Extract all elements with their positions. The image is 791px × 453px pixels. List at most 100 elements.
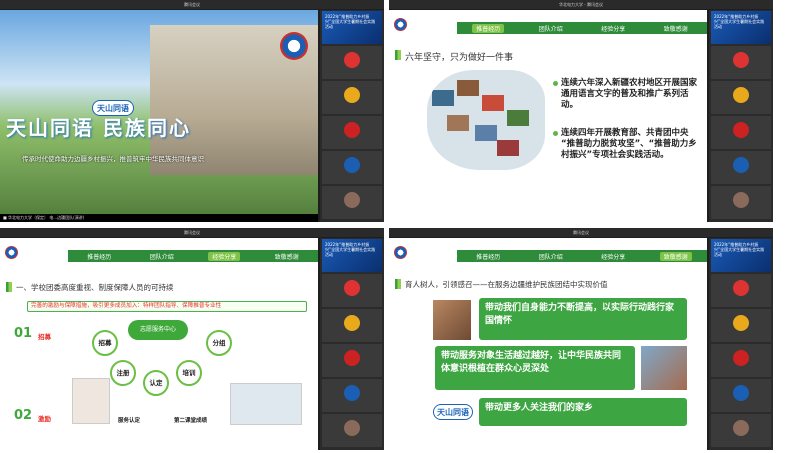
- team-photo: [433, 300, 471, 340]
- slide-nav: 推普经历 团队介绍 经验分享 致敬感谢: [457, 250, 707, 262]
- heading-accent: [6, 282, 12, 292]
- tile-header: 腾讯会议: [389, 228, 773, 237]
- participant-tile[interactable]: [711, 414, 771, 447]
- map-photo: [457, 80, 479, 96]
- video-tile-2[interactable]: 华北电力大学 - 腾讯会议 推普经历 团队介绍 经验分享 致敬感谢 六年坚守，只…: [389, 0, 773, 222]
- phone-screenshot: [72, 378, 110, 424]
- participant-tile[interactable]: [322, 151, 382, 184]
- map-photo: [447, 115, 469, 131]
- avatar: [733, 280, 749, 296]
- avatar: [344, 280, 360, 296]
- avatar: [733, 122, 749, 138]
- participant-tile[interactable]: [322, 81, 382, 114]
- participant-sidebar[interactable]: 2022年“推普助力乡村振兴”全国大学生暑期社会实践活动: [320, 238, 384, 450]
- step-number: 01: [14, 326, 33, 341]
- flow-node: 培训: [176, 360, 202, 386]
- participant-tile[interactable]: [322, 309, 382, 342]
- participant-tile[interactable]: [322, 379, 382, 412]
- video-tile-4[interactable]: 腾讯会议 推普经历 团队介绍 经验分享 致敬感谢 育人树人，引领感召——在服务边…: [389, 228, 773, 450]
- avatar: [733, 420, 749, 436]
- nav-item: 经验分享: [208, 251, 241, 261]
- tile-header: 华北电力大学 - 腾讯会议: [389, 0, 773, 9]
- slide-heading: 六年坚守，只为做好一件事: [405, 53, 514, 63]
- center-node: 志愿服务中心: [128, 320, 188, 340]
- nav-item: 团队介绍: [538, 25, 563, 33]
- university-logo: [394, 18, 407, 31]
- avatar: [733, 315, 749, 331]
- sidebar-head: 2022年“推普助力乡村振兴”全国大学生暑期社会实践活动: [711, 11, 771, 44]
- classroom-photo: [230, 383, 302, 425]
- flow-node: 分组: [206, 330, 232, 356]
- community-photo: [641, 346, 687, 390]
- avatar: [733, 52, 749, 68]
- participant-tile[interactable]: [711, 379, 771, 412]
- slide-title: 天山同语 民族同心: [6, 116, 191, 140]
- avatar: [344, 420, 360, 436]
- avatar: [733, 192, 749, 208]
- slide-nav: 推普经历 团队介绍 经验分享 致敬感谢: [68, 250, 318, 262]
- participant-tile[interactable]: [322, 414, 382, 447]
- avatar: [344, 192, 360, 208]
- slide-banner: 完善的激励与保障措施，吸引更多成员加入：特样团队指导、保障推普专业性: [27, 301, 307, 312]
- participant-tile[interactable]: [322, 46, 382, 79]
- map-photo: [482, 95, 504, 111]
- sidebar-head: 2022年“推普助力乡村振兴”全国大学生暑期社会实践活动: [711, 239, 771, 272]
- sidebar-head: 2022年“推普助力乡村振兴”全国大学生暑期社会实践活动: [322, 239, 382, 272]
- highlight-box: 带动我们自身能力不断提高，以实际行动践行家国情怀: [479, 298, 687, 340]
- participant-tile[interactable]: [711, 46, 771, 79]
- participant-tile[interactable]: [711, 151, 771, 184]
- university-logo: [5, 246, 18, 259]
- highlight-box: 带动服务对象生活越过越好，让中华民族共同体意识根植在群众心灵深处: [435, 346, 635, 390]
- participant-sidebar[interactable]: 2022年“推普助力乡村振兴”全国大学生暑期社会实践活动: [709, 10, 773, 222]
- video-tile-3[interactable]: 腾讯会议 推普经历 团队介绍 经验分享 致敬感谢 一、学校团委高度重视、制度保障…: [0, 228, 384, 450]
- participant-tile[interactable]: [711, 81, 771, 114]
- flow-node: 认定: [143, 370, 169, 396]
- nav-item: 团队介绍: [149, 253, 174, 261]
- nav-item: 团队介绍: [538, 253, 563, 261]
- avatar: [344, 350, 360, 366]
- slide-nav: 推普经历 团队介绍 经验分享 致敬感谢: [457, 22, 707, 34]
- flow-label: 第二课堂成绩: [174, 418, 208, 424]
- participant-tile[interactable]: [322, 274, 382, 307]
- nav-item: 推普经历: [472, 23, 505, 33]
- map-photo: [497, 140, 519, 156]
- map-photo: [432, 90, 454, 106]
- flow-node: 注册: [110, 360, 136, 386]
- team-badge: 天山同语: [433, 404, 473, 420]
- university-logo: [394, 246, 407, 259]
- step-number: 02: [14, 408, 33, 423]
- step-label: 激励: [38, 415, 51, 423]
- avatar: [344, 122, 360, 138]
- participant-tile[interactable]: [711, 274, 771, 307]
- avatar: [344, 315, 360, 331]
- map-photo: [507, 110, 529, 126]
- avatar: [344, 385, 360, 401]
- nav-item: 推普经历: [87, 253, 112, 261]
- participant-tile[interactable]: [322, 116, 382, 149]
- avatar: [733, 87, 749, 103]
- nav-item: 经验分享: [601, 25, 626, 33]
- nav-item: 致敬感谢: [659, 251, 692, 261]
- step-label: 招募: [38, 333, 51, 341]
- participant-tile[interactable]: [711, 309, 771, 342]
- heading-accent: [395, 279, 401, 289]
- shared-screen: 天山同语 天山同语 民族同心 传承时代使命助力边疆乡村振兴，推普筑牢中华民族共同…: [0, 10, 318, 222]
- china-map-collage: [427, 70, 545, 170]
- participant-sidebar[interactable]: 2022年“推普助力乡村振兴”全国大学生暑期社会实践活动: [709, 238, 773, 450]
- avatar: [344, 87, 360, 103]
- flow-node: 招募: [92, 330, 118, 356]
- nav-item: 致敬感谢: [663, 25, 688, 33]
- participant-tile[interactable]: [711, 344, 771, 377]
- participant-tile[interactable]: [322, 344, 382, 377]
- highlight-box: 带动更多人关注我们的家乡: [479, 398, 687, 426]
- participant-tile[interactable]: [711, 116, 771, 149]
- heading-accent: [395, 50, 401, 60]
- video-tile-1[interactable]: 腾讯会议 天山同语 天山同语 民族同心 传承时代使命助力边疆乡村振兴，推普筑牢中…: [0, 0, 384, 222]
- participant-tile[interactable]: [322, 186, 382, 219]
- participant-sidebar[interactable]: 2022年“推普助力乡村振兴”全国大学生暑期社会实践活动: [320, 10, 384, 222]
- participant-tile[interactable]: [711, 186, 771, 219]
- slide-heading: 一、学校团委高度重视、制度保障人员的可持续: [16, 283, 174, 292]
- nav-item: 推普经历: [476, 253, 501, 261]
- map-photo: [475, 125, 497, 141]
- tile-footer: ■ 华北电力大学（保定） 电...边疆团队(演讲): [0, 214, 318, 222]
